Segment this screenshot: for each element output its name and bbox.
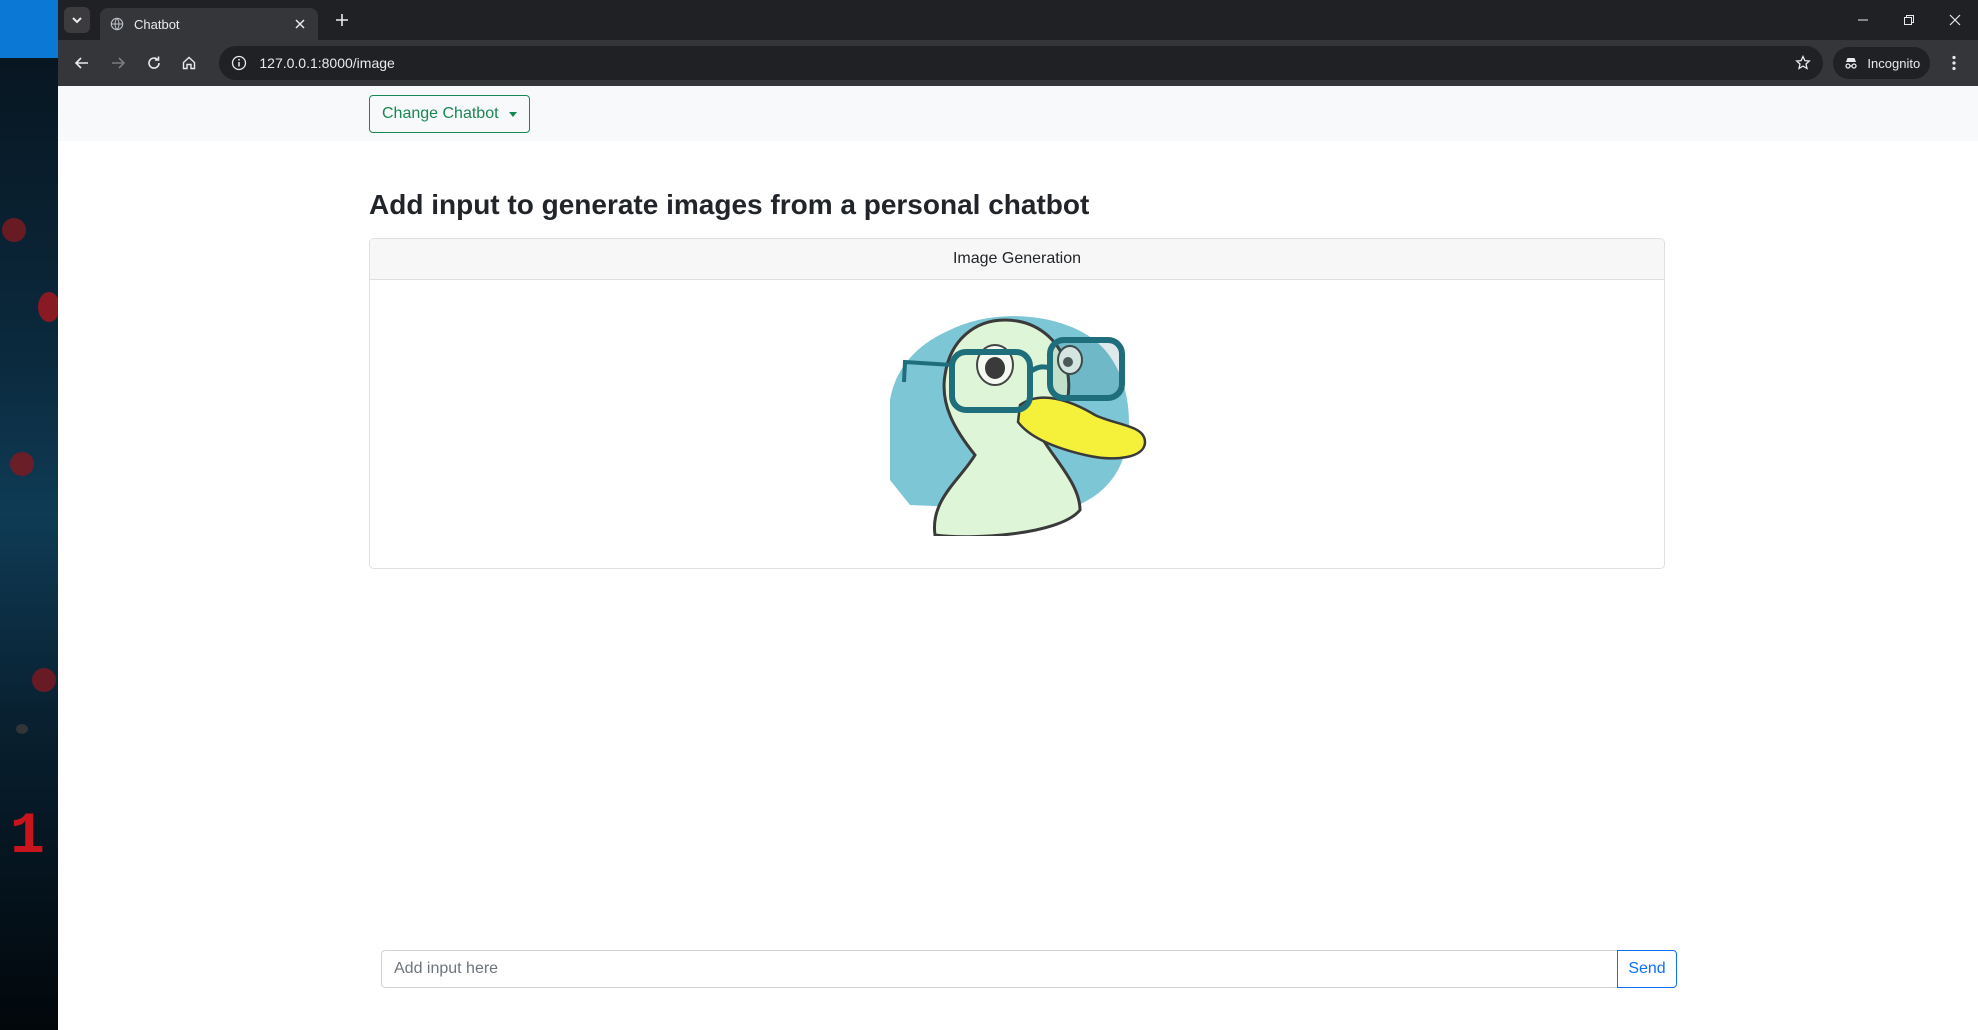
forward-button[interactable] bbox=[102, 47, 134, 79]
more-vertical-icon bbox=[1952, 55, 1956, 71]
wallpaper-dot bbox=[38, 292, 58, 322]
close-window-button[interactable] bbox=[1932, 0, 1978, 40]
back-button[interactable] bbox=[66, 47, 98, 79]
browser-toolbar: 127.0.0.1:8000/image Incognito bbox=[58, 40, 1978, 86]
minimize-button[interactable] bbox=[1840, 0, 1886, 40]
restore-button[interactable] bbox=[1886, 0, 1932, 40]
page-viewport: Change Chatbot Add input to generate ima… bbox=[58, 86, 1978, 1030]
chevron-down-icon bbox=[72, 17, 82, 24]
arrow-right-icon bbox=[111, 57, 125, 69]
plus-icon bbox=[336, 14, 348, 26]
tab-title: Chatbot bbox=[134, 16, 180, 32]
close-icon bbox=[295, 19, 305, 29]
card-header: Image Generation bbox=[370, 239, 1664, 280]
incognito-badge[interactable]: Incognito bbox=[1833, 47, 1931, 79]
image-generation-card: Image Generation bbox=[369, 238, 1665, 569]
change-chatbot-dropdown[interactable]: Change Chatbot bbox=[369, 95, 530, 133]
tab-search-button[interactable] bbox=[64, 7, 90, 33]
url-text: 127.0.0.1:8000/image bbox=[259, 55, 395, 71]
address-bar[interactable]: 127.0.0.1:8000/image bbox=[219, 46, 1824, 80]
wallpaper-dot bbox=[16, 724, 28, 734]
duck-with-glasses-illustration bbox=[890, 316, 1147, 536]
home-icon bbox=[183, 56, 196, 70]
home-button[interactable] bbox=[174, 47, 206, 79]
browser-menu-button[interactable] bbox=[1938, 47, 1970, 79]
wallpaper-dot bbox=[32, 668, 56, 692]
incognito-label: Incognito bbox=[1867, 55, 1921, 71]
incognito-icon bbox=[1845, 58, 1858, 69]
taskbar-accent bbox=[0, 0, 58, 58]
wallpaper-dot bbox=[10, 452, 34, 476]
star-icon[interactable] bbox=[1795, 55, 1812, 71]
globe-icon bbox=[110, 17, 124, 31]
wallpaper-digit: 1 bbox=[10, 805, 45, 870]
navbar: Change Chatbot bbox=[58, 86, 1978, 141]
dropdown-label: Change Chatbot bbox=[382, 105, 499, 122]
reload-icon bbox=[147, 56, 160, 69]
chat-input-group: Send bbox=[381, 950, 1677, 988]
tab-close-button[interactable] bbox=[292, 16, 308, 32]
wallpaper-dot bbox=[2, 218, 26, 242]
page-title: Add input to generate images from a pers… bbox=[369, 189, 1090, 220]
card-body bbox=[370, 280, 1664, 568]
send-button[interactable]: Send bbox=[1617, 950, 1677, 988]
window-controls bbox=[1840, 0, 1978, 40]
minimize-icon bbox=[1858, 19, 1868, 21]
desktop-background: 1 bbox=[0, 0, 58, 1030]
restore-icon bbox=[1904, 15, 1914, 25]
close-icon bbox=[1949, 14, 1961, 26]
caret-down-icon bbox=[508, 111, 517, 117]
arrow-left-icon bbox=[74, 57, 88, 69]
info-icon bbox=[232, 55, 247, 71]
browser-window: Chatbot 127.0.0.1:8000/image Incognito C… bbox=[58, 0, 1978, 1030]
prompt-input[interactable] bbox=[381, 950, 1617, 988]
reload-button[interactable] bbox=[138, 47, 170, 79]
browser-tab[interactable]: Chatbot bbox=[100, 8, 318, 40]
tab-strip: Chatbot bbox=[58, 0, 1978, 40]
new-tab-button[interactable] bbox=[330, 8, 354, 32]
